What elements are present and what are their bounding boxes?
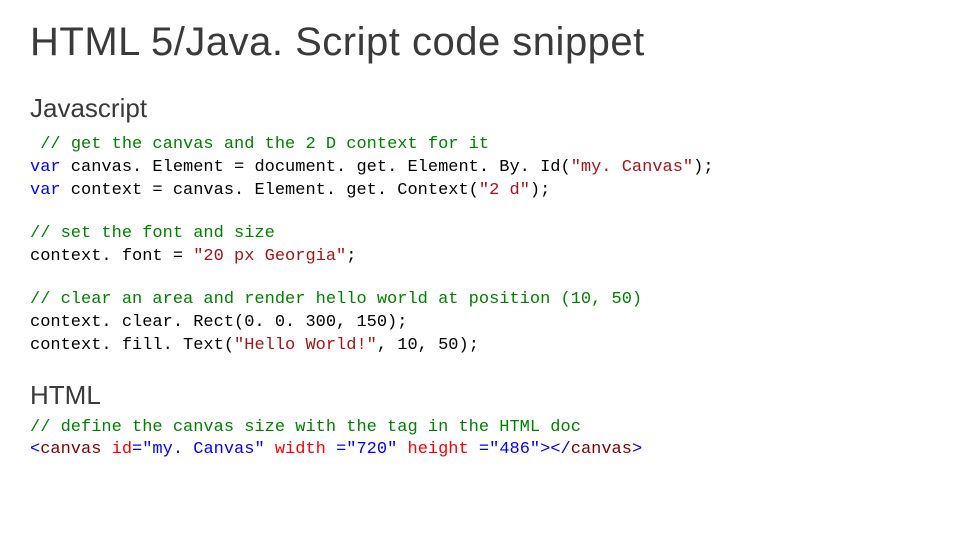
code-text: canvas. Element = document. get. Element…	[61, 158, 571, 177]
code-eq: =	[469, 440, 489, 459]
code-block-js-2: // set the font and size context. font =…	[30, 223, 949, 269]
code-bracket: ></	[540, 440, 571, 459]
code-eq: =	[132, 440, 142, 459]
code-attr: height	[408, 440, 469, 459]
slide: HTML 5/Java. Script code snippet Javascr…	[0, 0, 979, 482]
code-text: context. clear. Rect(0. 0. 300, 150);	[30, 313, 407, 332]
code-attr-value: "my. Canvas"	[142, 440, 264, 459]
code-block-js-3: // clear an area and render hello world …	[30, 289, 949, 358]
code-eq: =	[326, 440, 346, 459]
code-comment: get the canvas and the 2 D context for i…	[71, 135, 489, 154]
code-attr: width	[275, 440, 326, 459]
code-block-html: // define the canvas size with the tag i…	[30, 417, 949, 463]
code-keyword: var	[30, 158, 61, 177]
code-block-js-1: // get the canvas and the 2 D context fo…	[30, 134, 949, 203]
code-text: context. font =	[30, 247, 193, 266]
code-string: "my. Canvas"	[571, 158, 693, 177]
code-text: );	[693, 158, 713, 177]
code-text	[101, 440, 111, 459]
section-heading-javascript: Javascript	[30, 93, 949, 124]
code-text	[265, 440, 275, 459]
code-bracket: <	[30, 440, 40, 459]
code-text: , 10, 50);	[377, 336, 479, 355]
code-string: "Hello World!"	[234, 336, 377, 355]
slide-title: HTML 5/Java. Script code snippet	[30, 20, 949, 65]
code-comment: // clear an area and render hello world …	[30, 290, 642, 309]
code-comment: //	[30, 135, 71, 154]
code-comment: // define the canvas size with the tag i…	[30, 418, 581, 437]
code-string: "20 px Georgia"	[193, 247, 346, 266]
code-text: context = canvas. Element. get. Context(	[61, 181, 479, 200]
code-text: );	[530, 181, 550, 200]
code-attr: id	[112, 440, 132, 459]
code-attr-value: "486"	[489, 440, 540, 459]
code-attr-value: "720"	[346, 440, 397, 459]
code-string: "2 d"	[479, 181, 530, 200]
code-tag: canvas	[40, 440, 101, 459]
code-tag: canvas	[571, 440, 632, 459]
code-comment: // set the font and size	[30, 224, 275, 243]
code-text	[397, 440, 407, 459]
code-bracket: >	[632, 440, 642, 459]
code-text: ;	[346, 247, 356, 266]
code-text: context. fill. Text(	[30, 336, 234, 355]
code-keyword: var	[30, 181, 61, 200]
section-heading-html: HTML	[30, 380, 949, 411]
